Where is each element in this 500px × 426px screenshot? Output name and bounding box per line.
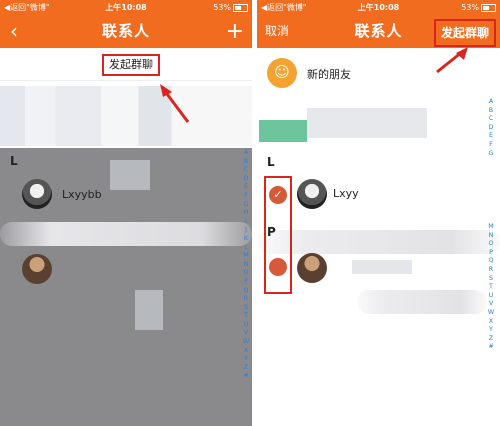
battery-status: 53% <box>461 0 496 15</box>
index-letter[interactable]: W <box>242 337 250 346</box>
new-friends-label: 新的朋友 <box>307 68 351 81</box>
index-letter[interactable]: R <box>242 294 250 303</box>
battery-icon <box>481 3 496 12</box>
add-icon[interactable]: + <box>226 15 244 48</box>
new-friends-row[interactable]: ☺ 新的朋友 <box>257 56 500 92</box>
index-letter[interactable]: X <box>242 346 250 355</box>
index-letter[interactable]: T <box>242 311 250 320</box>
checkbox-highlight <box>264 176 292 294</box>
index-letter[interactable]: Z <box>487 334 495 343</box>
index-letter[interactable]: D <box>487 123 495 132</box>
index-letter[interactable]: X <box>487 317 495 326</box>
index-letter[interactable]: C <box>242 165 250 174</box>
battery-status: 53% <box>213 0 248 15</box>
pixelated-region <box>135 290 163 330</box>
right-phone-screen: ◀返回"微博" 上午10:08 53% 取消 联系人 发起群聊 ☺ 新的朋友 L… <box>257 0 500 426</box>
group-chat-row[interactable]: 发起群聊 <box>0 48 252 81</box>
index-letter[interactable]: A <box>242 148 250 157</box>
index-letter[interactable]: C <box>487 114 495 123</box>
contact-name: Lxyybb <box>62 188 102 201</box>
blurred-region <box>0 222 252 246</box>
status-bar: ◀返回"微博" 上午10:08 53% <box>257 0 500 15</box>
index-letter[interactable]: S <box>242 303 250 312</box>
contact-row[interactable]: ✓ Lxyy <box>257 176 500 214</box>
index-letter[interactable]: H <box>242 208 250 217</box>
index-letter[interactable]: P <box>487 248 495 257</box>
index-letter[interactable]: O <box>487 239 495 248</box>
index-letter[interactable]: W <box>487 308 495 317</box>
pixelated-region <box>110 160 150 190</box>
index-letter[interactable]: M <box>487 222 495 231</box>
battery-percent: 53% <box>213 3 231 12</box>
index-letter[interactable]: N <box>487 231 495 240</box>
index-letter[interactable]: D <box>242 174 250 183</box>
index-letter[interactable]: P <box>242 277 250 286</box>
index-letter[interactable]: G <box>487 149 495 158</box>
index-letter[interactable]: B <box>242 157 250 166</box>
index-letter[interactable]: Q <box>487 256 495 265</box>
index-letter[interactable]: I <box>242 217 250 226</box>
index-letter[interactable]: Z <box>242 363 250 372</box>
index-letter[interactable]: Y <box>242 354 250 363</box>
start-group-chat-menu-item[interactable]: 发起群聊 <box>102 54 160 76</box>
left-phone-screen: ◀返回"微博" 上午10:08 53% ‹ 联系人 + 发起群聊 L Lxyyb… <box>0 0 252 426</box>
alphabet-index-bottom[interactable]: M N O P Q R S T U V W X Y Z # <box>487 222 495 351</box>
index-letter[interactable]: S <box>487 274 495 283</box>
index-letter[interactable]: M <box>242 251 250 260</box>
avatar <box>22 254 52 284</box>
index-letter[interactable]: U <box>242 320 250 329</box>
contact-name: Lxyy <box>333 187 359 200</box>
pixelated-region <box>307 108 427 138</box>
index-letter[interactable]: L <box>242 243 250 252</box>
index-letter[interactable]: N <box>242 260 250 269</box>
avatar <box>22 179 52 209</box>
contact-row[interactable] <box>0 250 252 288</box>
avatar <box>297 179 327 209</box>
index-letter[interactable]: Q <box>242 286 250 295</box>
battery-icon <box>233 3 248 12</box>
index-letter[interactable]: G <box>242 200 250 209</box>
section-header-l: L <box>267 155 275 169</box>
pixelated-region <box>352 260 412 274</box>
start-group-chat-button[interactable]: 发起群聊 <box>433 19 496 47</box>
index-letter[interactable]: R <box>487 265 495 274</box>
blurred-avatar <box>259 120 307 142</box>
alphabet-index[interactable]: A B C D E F G H I J K L M N O P Q R S T U V W X Y Z # <box>242 148 250 380</box>
index-letter[interactable]: E <box>487 131 495 140</box>
index-letter[interactable]: T <box>487 282 495 291</box>
index-letter[interactable]: B <box>487 106 495 115</box>
index-letter[interactable]: J <box>242 225 250 234</box>
index-letter[interactable]: K <box>242 234 250 243</box>
index-letter[interactable]: U <box>487 291 495 300</box>
index-letter[interactable]: F <box>487 140 495 149</box>
index-letter[interactable]: Y <box>487 325 495 334</box>
index-letter[interactable]: # <box>242 371 250 380</box>
avatar <box>297 253 327 283</box>
index-letter[interactable]: # <box>487 342 495 351</box>
index-letter[interactable]: E <box>242 182 250 191</box>
index-letter[interactable]: O <box>242 268 250 277</box>
page-title: 联系人 <box>101 22 150 40</box>
add-friend-icon: ☺ <box>267 58 297 88</box>
status-bar: ◀返回"微博" 上午10:08 53% <box>0 0 252 15</box>
alphabet-index-top[interactable]: ABCDEFG <box>487 97 495 157</box>
nav-bar: 取消 联系人 发起群聊 <box>257 15 500 48</box>
index-letter[interactable]: A <box>487 97 495 106</box>
nav-bar: ‹ 联系人 + <box>0 15 252 48</box>
battery-percent: 53% <box>461 3 479 12</box>
blurred-contacts <box>0 86 252 146</box>
blurred-region <box>357 290 487 314</box>
index-letter[interactable]: V <box>242 328 250 337</box>
index-letter[interactable]: F <box>242 191 250 200</box>
section-header-l: L <box>10 154 18 168</box>
index-letter[interactable]: V <box>487 299 495 308</box>
